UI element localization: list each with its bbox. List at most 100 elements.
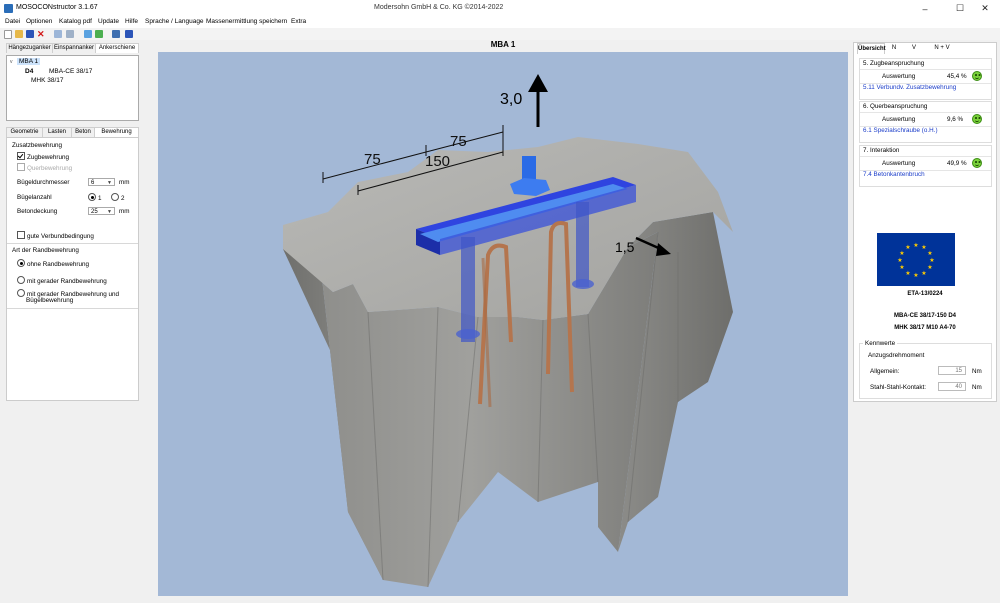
product-line-2: MHK 38/17 M10 A4-70 xyxy=(894,325,956,331)
tab-n[interactable]: N xyxy=(886,43,902,53)
kontakt-field[interactable]: 40 xyxy=(938,382,966,391)
checkbox-checked-icon[interactable] xyxy=(17,152,25,160)
tab-n-plus-v[interactable]: N + V xyxy=(928,43,956,53)
svg-text:★: ★ xyxy=(913,242,918,249)
3d-viewport[interactable]: 75 75 150 3,0 1,5 xyxy=(158,52,848,596)
auswertung-label: Auswertung xyxy=(882,160,916,167)
rand-radio-ohne[interactable]: ohne Randbewehrung xyxy=(17,259,89,268)
zugbewehrung-checkbox[interactable]: Zugbewehrung xyxy=(17,152,69,161)
tab-geometrie[interactable]: Geometrie xyxy=(6,127,43,137)
check-zug-link[interactable]: 5.11 Verbundv. Zusatzbewehrung xyxy=(863,84,956,91)
eu-flag-logo: ★ ★ ★ ★ ★ ★ ★ ★ ★ ★ ★ ★ xyxy=(877,233,955,286)
new-file-icon[interactable] xyxy=(4,30,12,39)
menu-extra[interactable]: Extra xyxy=(291,18,306,25)
kontakt-label: Stahl-Stahl-Kontakt: xyxy=(870,384,927,391)
radio-selected-icon[interactable] xyxy=(17,259,25,267)
check-interaktion-link[interactable]: 7.4 Betonkantenbruch xyxy=(863,171,925,178)
chevron-down-icon: ▼ xyxy=(107,180,112,186)
svg-text:★: ★ xyxy=(927,264,932,271)
chevron-down-icon: ▼ xyxy=(107,209,112,215)
menu-optionen[interactable]: Optionen xyxy=(26,18,52,25)
svg-text:★: ★ xyxy=(927,250,932,257)
group-zusatzbewehrung: Zusatzbewehrung xyxy=(12,142,63,149)
rand-radio-gerade[interactable]: mit gerader Randbewehrung xyxy=(17,276,107,285)
sort-icon[interactable] xyxy=(66,30,74,38)
export-icon[interactable] xyxy=(95,30,103,38)
tab-ankerschiene[interactable]: Ankerschiene xyxy=(95,43,139,53)
auswertung-label: Auswertung xyxy=(882,116,916,123)
print-icon[interactable] xyxy=(54,30,62,38)
save-icon[interactable] xyxy=(26,30,34,38)
force-label-horizontal: 1,5 xyxy=(615,239,635,255)
tab-haengezuganker[interactable]: Hängezuganker xyxy=(6,43,53,53)
tab-bewehrung[interactable]: Bewehrung xyxy=(94,127,139,137)
tab-einspannanker[interactable]: Einspannanker xyxy=(52,43,96,53)
buegelanzahl-radio-1[interactable]: 1 xyxy=(88,193,102,202)
radio-icon[interactable] xyxy=(17,289,25,297)
save-as-icon[interactable] xyxy=(125,30,133,38)
menu-katalog[interactable]: Katalog pdf xyxy=(59,18,92,25)
allgemein-field[interactable]: 15 xyxy=(938,366,966,375)
collapse-chevron-icon[interactable]: v xyxy=(10,59,13,65)
company-label: Modersohn GmbH & Co. KG ©2014-2022 xyxy=(374,4,504,11)
check-quer-link[interactable]: 6.1 Spezialschraube (o.H.) xyxy=(863,127,938,134)
betondeckung-select[interactable]: 25 ▼ xyxy=(88,207,115,215)
check-quer: 6. Querbeanspruchung Auswertung 9,6 % 6.… xyxy=(859,101,992,143)
minimize-button[interactable]: – xyxy=(910,0,940,17)
tab-uebersicht[interactable]: Übersicht xyxy=(857,43,886,54)
betondeckung-unit: mm xyxy=(119,208,130,215)
menu-hilfe[interactable]: Hilfe xyxy=(125,18,138,25)
svg-text:★: ★ xyxy=(921,270,926,277)
tree-item-screw[interactable]: MHK 38/17 xyxy=(31,77,64,84)
copy-icon[interactable] xyxy=(84,30,92,38)
verbund-label: gute Verbundbedingung xyxy=(27,233,94,240)
title-bar: MOSOCONstructor 3.1.67 Modersohn GmbH & … xyxy=(0,0,1000,18)
auswertung-label: Auswertung xyxy=(882,73,916,80)
svg-text:★: ★ xyxy=(897,257,902,264)
check-zug-row: Auswertung 45,4 % xyxy=(860,69,991,84)
import-icon[interactable] xyxy=(112,30,120,38)
tree-item-code[interactable]: D4 xyxy=(25,68,33,75)
toolbar: ✕ xyxy=(0,28,1000,40)
arrow-up-icon xyxy=(528,74,548,92)
menu-massenermittlung[interactable]: Massenermittlung speichern xyxy=(206,18,287,25)
buegeldurchmesser-select[interactable]: 6 ▼ xyxy=(88,178,115,186)
utilization-value: 45,4 % xyxy=(947,73,967,80)
tab-lasten[interactable]: Lasten xyxy=(42,127,72,137)
anchor-3d-model[interactable]: 75 75 150 3,0 1,5 xyxy=(158,52,848,596)
open-folder-icon[interactable] xyxy=(15,30,23,38)
tab-v[interactable]: V xyxy=(906,43,922,53)
menu-sprache[interactable]: Sprache / Language xyxy=(145,18,204,25)
check-interaktion: 7. Interaktion Auswertung 49,9 % 7.4 Bet… xyxy=(859,145,992,187)
rand-opt2-label: mit gerader Randbewehrung xyxy=(27,278,107,285)
svg-text:★: ★ xyxy=(929,257,934,264)
svg-text:★: ★ xyxy=(899,250,904,257)
check-zug-title: 5. Zugbeanspruchung xyxy=(863,60,925,67)
stud-head xyxy=(456,329,480,339)
kennwerte-title: Kennwerte xyxy=(863,340,898,347)
betondeckung-label: Betondeckung xyxy=(17,208,58,215)
radio-icon[interactable] xyxy=(111,193,119,201)
radio-selected-icon[interactable] xyxy=(88,193,96,201)
buegelanzahl-radio-2[interactable]: 2 xyxy=(111,193,125,202)
radio-icon[interactable] xyxy=(17,276,25,284)
tab-beton[interactable]: Beton xyxy=(71,127,95,137)
checkbox-icon[interactable] xyxy=(17,231,25,239)
delete-icon[interactable]: ✕ xyxy=(37,30,45,39)
component-tree: v MBA 1 D4 MBA-CE 38/17 MHK 38/17 xyxy=(6,55,139,121)
svg-text:★: ★ xyxy=(913,272,918,279)
tree-item-rail[interactable]: MBA-CE 38/17 xyxy=(49,68,92,75)
buegelanzahl-opt1-label: 1 xyxy=(98,195,102,202)
allgemein-label: Allgemein: xyxy=(870,368,900,375)
tree-root[interactable]: MBA 1 xyxy=(17,58,41,65)
stud-head xyxy=(572,279,594,289)
close-button[interactable]: ✕ xyxy=(970,0,1000,17)
divider xyxy=(7,243,138,244)
anchor-stud xyxy=(576,202,589,287)
force-label-vertical: 3,0 xyxy=(500,91,522,108)
window-title: MOSOCONstructor 3.1.67 xyxy=(16,4,98,11)
menu-update[interactable]: Update xyxy=(98,18,119,25)
kennwerte-group: Kennwerte Anzugsdrehmoment Allgemein: 15… xyxy=(859,340,992,399)
menu-datei[interactable]: Datei xyxy=(5,18,20,25)
verbund-checkbox[interactable]: gute Verbundbedingung xyxy=(17,231,94,240)
